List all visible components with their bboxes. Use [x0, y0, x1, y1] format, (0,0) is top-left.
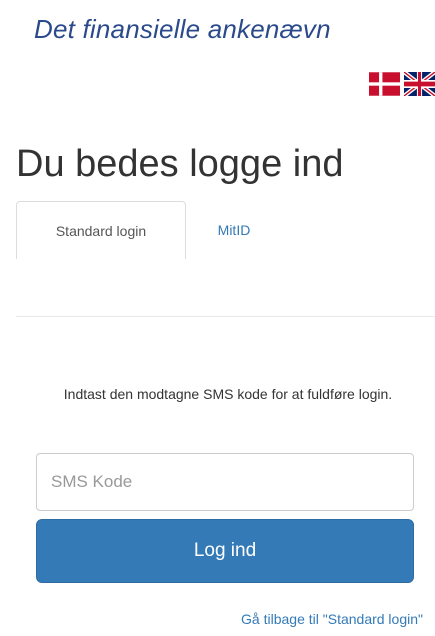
tab-mitid[interactable]: MitID — [186, 201, 282, 259]
sms-code-input[interactable] — [36, 453, 414, 511]
language-selector — [369, 72, 435, 96]
login-tabs: Standard login MitID — [16, 201, 435, 259]
section-divider — [16, 316, 435, 317]
tab-standard-login[interactable]: Standard login — [16, 201, 186, 259]
log-in-button[interactable]: Log ind — [36, 519, 414, 583]
brand-title: Det finansielle ankenævn — [34, 14, 331, 44]
page-title: Du bedes logge ind — [16, 143, 344, 185]
sms-instructions: Indtast den modtagne SMS kode for at ful… — [63, 386, 393, 402]
uk-flag-icon[interactable] — [404, 72, 435, 96]
login-page: Det finansielle ankenævn Du bedes logge … — [0, 0, 435, 636]
danish-flag-icon[interactable] — [369, 72, 400, 96]
back-to-standard-login-link[interactable]: Gå tilbage til "Standard login" — [241, 611, 423, 627]
